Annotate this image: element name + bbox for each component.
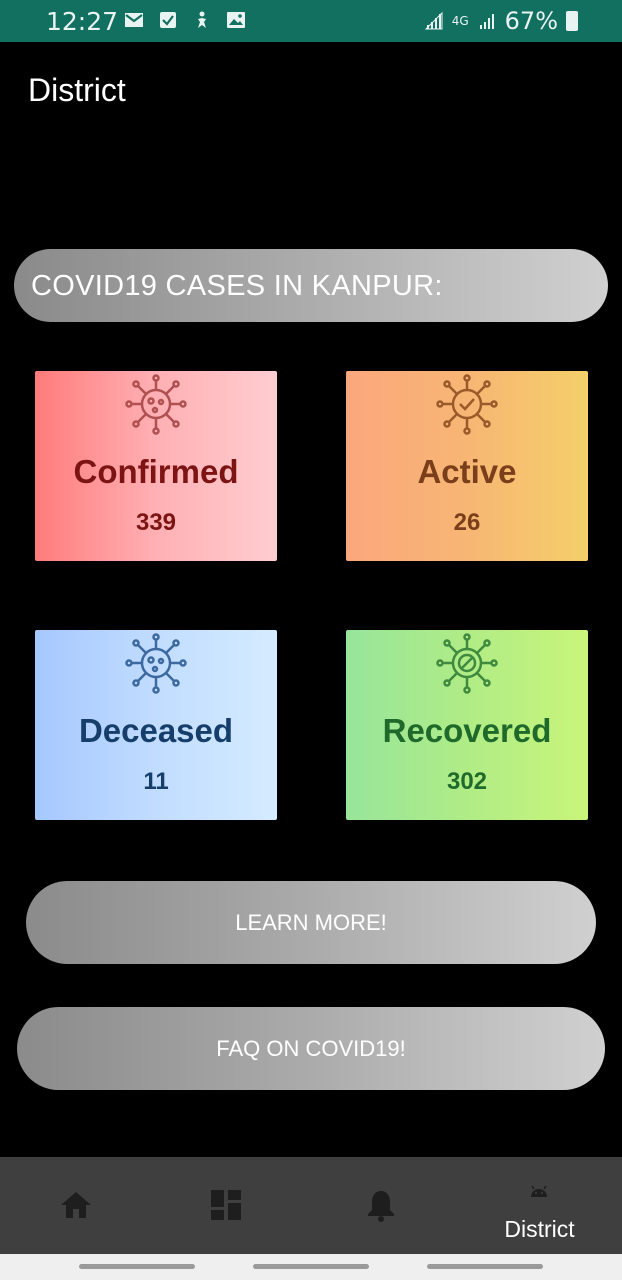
recovered-card: Recovered 302: [346, 630, 588, 820]
virus-check-icon: [436, 374, 498, 435]
status-time: 12:27: [46, 7, 119, 36]
recovered-value: 302: [446, 768, 488, 795]
learn-more-button[interactable]: LEARN MORE!: [26, 881, 596, 964]
home-gesture-button[interactable]: [253, 1264, 369, 1269]
deceased-value: 11: [143, 768, 169, 795]
deceased-card: Deceased 11: [35, 630, 277, 820]
confirmed-label: Confirmed: [73, 453, 239, 490]
dashboard-icon: [211, 1190, 241, 1220]
virus-icon: [125, 374, 187, 435]
cases-header-text: COVID19 CASES IN KANPUR:: [31, 270, 443, 302]
nav-district-label: District: [504, 1216, 575, 1242]
signal-icon: [479, 14, 494, 29]
signal-icon: [424, 11, 443, 30]
task-check-icon: [160, 12, 176, 28]
virus-blocked-icon: [436, 633, 498, 694]
home-icon: [61, 1192, 91, 1218]
system-navigation-bar: [0, 1254, 622, 1280]
status-right: 4G 67%: [424, 7, 578, 35]
back-button[interactable]: [427, 1264, 543, 1269]
active-card: Active 26: [346, 371, 588, 561]
notification-icons: [124, 10, 246, 30]
android-icon: [531, 1185, 547, 1197]
nav-dashboard[interactable]: [150, 1157, 305, 1254]
page-title: District: [28, 72, 126, 108]
confirmed-value: 339: [135, 509, 177, 536]
battery-percentage: 67%: [504, 7, 558, 35]
confirmed-card: Confirmed 339: [35, 371, 277, 561]
bottom-navigation: District: [0, 1157, 622, 1254]
recent-apps-button[interactable]: [79, 1264, 195, 1269]
accessibility-icon: [198, 11, 206, 28]
virus-icon: [125, 633, 187, 694]
nav-home[interactable]: [0, 1157, 155, 1254]
deceased-label: Deceased: [78, 712, 234, 749]
network-type: 4G: [451, 13, 469, 28]
status-bar: 12:27 4G 67%: [0, 0, 622, 42]
cases-header: COVID19 CASES IN KANPUR:: [14, 249, 608, 322]
recovered-label: Recovered: [382, 712, 552, 749]
battery-icon: [566, 11, 578, 31]
faq-button[interactable]: FAQ ON COVID19!: [17, 1007, 605, 1090]
active-value: 26: [453, 509, 481, 536]
gmail-icon: [125, 13, 143, 27]
gallery-icon: [227, 12, 245, 28]
nav-district[interactable]: District: [462, 1157, 617, 1254]
bell-icon: [368, 1191, 394, 1222]
active-label: Active: [417, 453, 517, 490]
nav-notifications[interactable]: [305, 1157, 460, 1254]
